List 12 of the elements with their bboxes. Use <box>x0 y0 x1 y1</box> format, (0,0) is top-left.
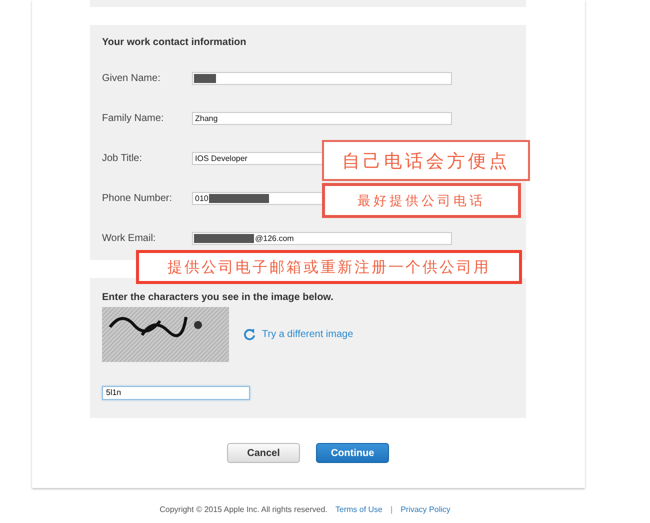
field-label: Phone Number: <box>102 193 174 204</box>
field-label: Given Name: <box>102 73 162 84</box>
section-title: Your work contact information <box>102 37 248 48</box>
annotation-tooltip: 自己电话会方便点 <box>322 140 530 181</box>
annotation-tooltip: 最好提供公司电话 <box>322 183 521 218</box>
field-label: Job Title: <box>102 153 144 164</box>
separator: | <box>390 505 393 514</box>
copyright-text: Copyright © 2015 Apple Inc. All rights reserved. <box>160 505 328 514</box>
instruction-text: Enter the characters you see in the image below. <box>102 292 334 303</box>
field-label: Family Name: <box>102 113 165 124</box>
annotation-tooltip: 提供公司电子邮箱或重新注册一个供公司用 <box>136 250 522 284</box>
field-label: Work Email: <box>102 233 157 244</box>
